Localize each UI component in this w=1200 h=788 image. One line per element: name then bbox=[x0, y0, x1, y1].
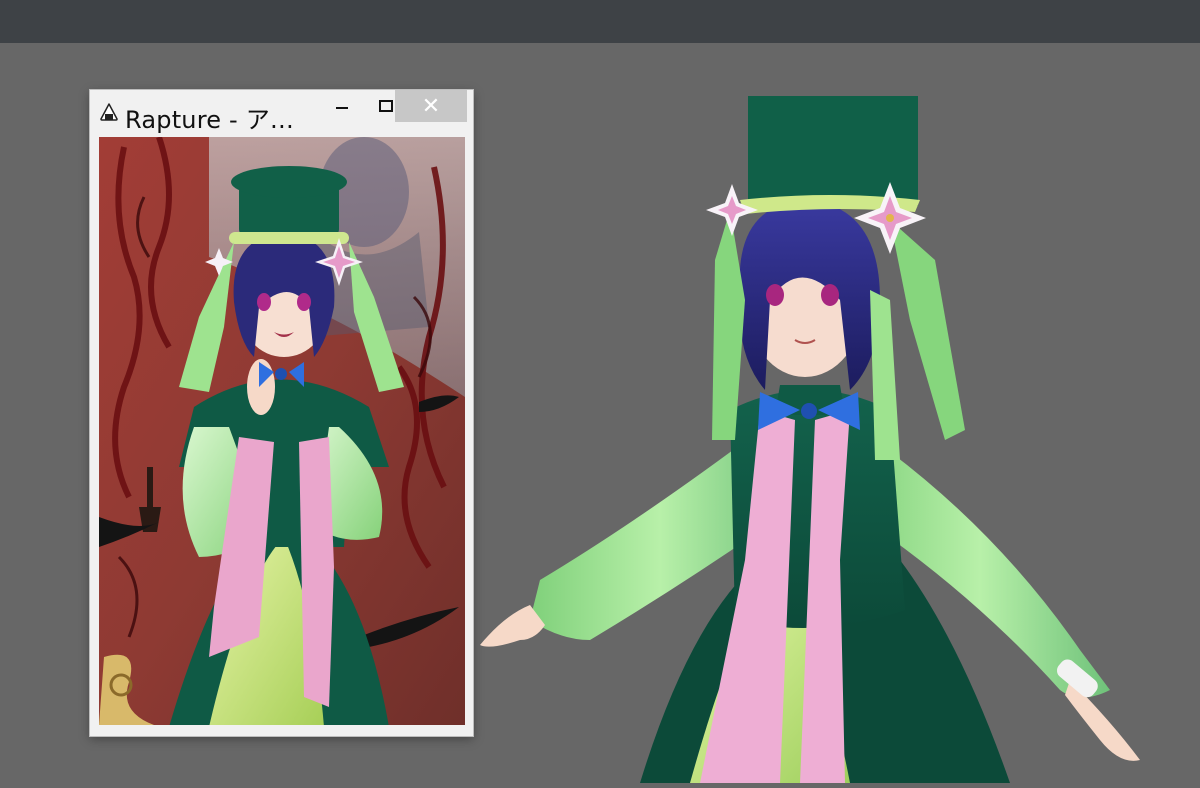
rapture-window[interactable]: Rapture - ア… ✕ bbox=[90, 90, 473, 736]
top-toolbar bbox=[0, 0, 1200, 43]
character-3d-model[interactable] bbox=[470, 90, 1170, 783]
window-titlebar[interactable]: Rapture - ア… ✕ bbox=[90, 90, 473, 134]
window-title: Rapture - ア… bbox=[125, 106, 295, 134]
artwork-image bbox=[99, 137, 465, 725]
minimize-icon bbox=[336, 107, 348, 109]
minimize-button[interactable] bbox=[320, 90, 364, 122]
maximize-icon bbox=[379, 100, 393, 112]
close-icon: ✕ bbox=[421, 93, 441, 119]
close-button[interactable]: ✕ bbox=[395, 90, 467, 122]
onigiri-icon bbox=[100, 103, 118, 121]
